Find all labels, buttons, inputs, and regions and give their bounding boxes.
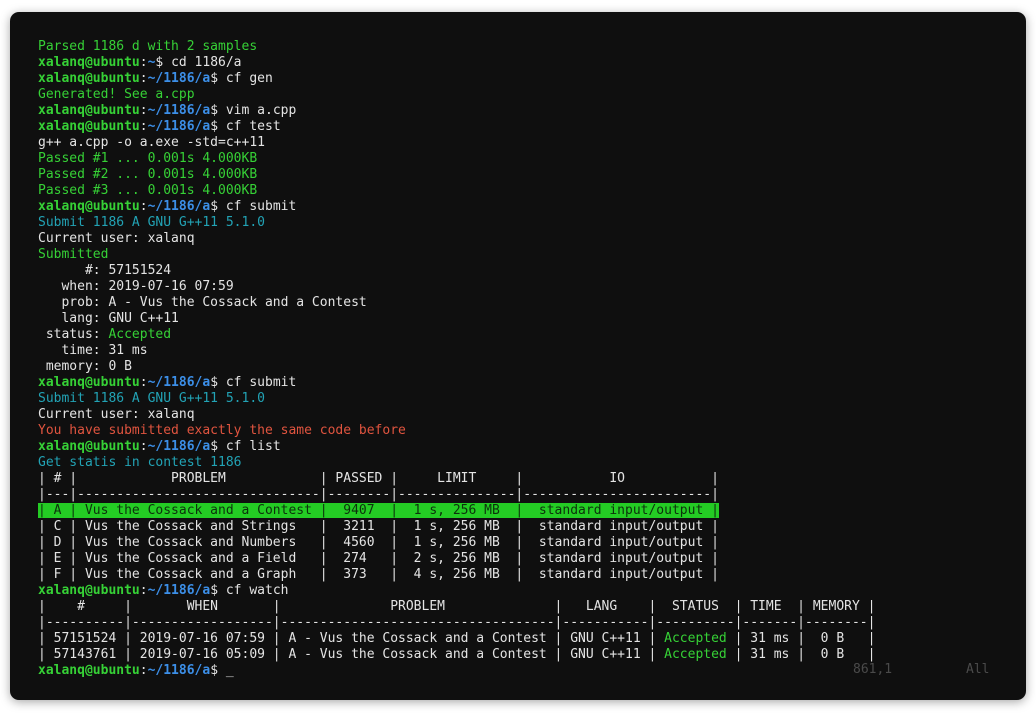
- terminal-cursor: _: [226, 663, 234, 678]
- terminal-output: Parsed 1186 d with 2 samplesxalanq@ubunt…: [38, 39, 1018, 679]
- terminal-line: status: Accepted: [38, 327, 1018, 343]
- terminal-line: | 57143761 | 2019-07-16 05:09 | A - Vus …: [38, 647, 1018, 663]
- terminal-line: Passed #1 ... 0.001s 4.000KB: [38, 151, 1018, 167]
- terminal-line: Current user: xalanq: [38, 231, 1018, 247]
- terminal-line: Submitted: [38, 247, 1018, 263]
- terminal-window[interactable]: Parsed 1186 d with 2 samplesxalanq@ubunt…: [10, 12, 1026, 700]
- terminal-line: Current user: xalanq: [38, 407, 1018, 423]
- terminal-line: |---|-------------------------------|---…: [38, 487, 1018, 503]
- terminal-line: memory: 0 B: [38, 359, 1018, 375]
- terminal-line: | D | Vus the Cossack and Numbers | 4560…: [38, 535, 1018, 551]
- terminal-line: xalanq@ubuntu:~/1186/a$ cf submit: [38, 375, 1018, 391]
- terminal-line: xalanq@ubuntu:~$ cd 1186/a: [38, 55, 1018, 71]
- terminal-line: Passed #3 ... 0.001s 4.000KB: [38, 183, 1018, 199]
- terminal-line: xalanq@ubuntu:~/1186/a$ cf submit: [38, 199, 1018, 215]
- terminal-line: |----------|------------------|---------…: [38, 615, 1018, 631]
- vim-ruler-artifact: 861,1: [853, 662, 892, 678]
- highlighted-table-row: | A | Vus the Cossack and a Contest | 94…: [38, 503, 719, 518]
- terminal-line: | # | WHEN | PROBLEM | LANG | STATUS | T…: [38, 599, 1018, 615]
- terminal-line: Passed #2 ... 0.001s 4.000KB: [38, 167, 1018, 183]
- terminal-line: g++ a.cpp -o a.exe -std=c++11: [38, 135, 1018, 151]
- terminal-line: Generated! See a.cpp: [38, 87, 1018, 103]
- terminal-line: | 57151524 | 2019-07-16 07:59 | A - Vus …: [38, 631, 1018, 647]
- terminal-line: xalanq@ubuntu:~/1186/a$ cf gen: [38, 71, 1018, 87]
- terminal-line: | A | Vus the Cossack and a Contest | 94…: [38, 503, 1018, 519]
- terminal-line: | F | Vus the Cossack and a Graph | 373 …: [38, 567, 1018, 583]
- terminal-line: Parsed 1186 d with 2 samples: [38, 39, 1018, 55]
- terminal-line: | E | Vus the Cossack and a Field | 274 …: [38, 551, 1018, 567]
- terminal-line: Submit 1186 A GNU G++11 5.1.0: [38, 215, 1018, 231]
- terminal-line: when: 2019-07-16 07:59: [38, 279, 1018, 295]
- terminal-line: #: 57151524: [38, 263, 1018, 279]
- desktop-background: Parsed 1186 d with 2 samplesxalanq@ubunt…: [0, 0, 1036, 716]
- vim-scroll-artifact: All: [966, 662, 989, 678]
- terminal-line: Get statis in contest 1186: [38, 455, 1018, 471]
- terminal-line: xalanq@ubuntu:~/1186/a$ vim a.cpp: [38, 103, 1018, 119]
- terminal-line: xalanq@ubuntu:~/1186/a$ cf test: [38, 119, 1018, 135]
- terminal-line: xalanq@ubuntu:~/1186/a$ cf list: [38, 439, 1018, 455]
- terminal-line: time: 31 ms: [38, 343, 1018, 359]
- terminal-line: prob: A - Vus the Cossack and a Contest: [38, 295, 1018, 311]
- terminal-line: lang: GNU C++11: [38, 311, 1018, 327]
- terminal-line: | # | PROBLEM | PASSED | LIMIT | IO |: [38, 471, 1018, 487]
- terminal-line: Submit 1186 A GNU G++11 5.1.0: [38, 391, 1018, 407]
- terminal-line: You have submitted exactly the same code…: [38, 423, 1018, 439]
- terminal-line: | C | Vus the Cossack and Strings | 3211…: [38, 519, 1018, 535]
- terminal-line: xalanq@ubuntu:~/1186/a$ cf watch: [38, 583, 1018, 599]
